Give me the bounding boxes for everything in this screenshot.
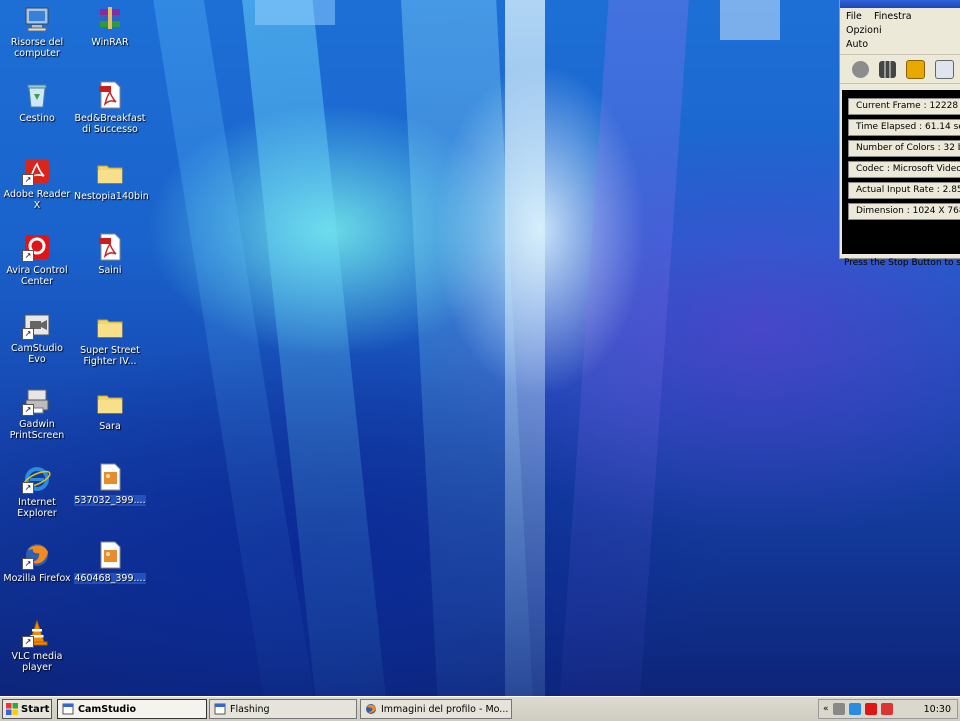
window-icon xyxy=(62,703,74,715)
desktop-icon-pdf-bedbreakfast[interactable]: Bed&Breakfast di Successo xyxy=(74,80,146,135)
desktop-icon-label: Nestopia140bin xyxy=(74,191,149,202)
desktop-icon-label: Cestino xyxy=(19,113,55,124)
desktop-icon-folder-sara[interactable]: Sara xyxy=(74,388,146,432)
camstudio-info-panel: Current Frame : 12228 Time Elapsed : 61.… xyxy=(842,90,960,254)
firefox-icon xyxy=(366,704,376,714)
clock: 10:30 xyxy=(923,703,951,715)
wallpaper-beam xyxy=(556,0,690,696)
window-icon xyxy=(214,703,226,715)
desktop-icon-label: Risorse del computer xyxy=(10,37,64,59)
desktop-icon-pdf-saini[interactable]: Saini xyxy=(74,232,146,276)
region-button[interactable] xyxy=(935,59,954,79)
desktop-icon-avira[interactable]: ↗ Avira Control Center xyxy=(1,232,73,287)
info-time-elapsed: Time Elapsed : 61.14 se xyxy=(848,119,960,136)
desktop-icon-label: Internet Explorer xyxy=(17,497,57,519)
camstudio-toolbar xyxy=(840,54,960,84)
pdf-file-icon xyxy=(95,80,125,110)
desktop-icon-label: Adobe Reader X xyxy=(3,189,71,211)
winrar-icon xyxy=(95,4,125,34)
desktop-icon-vlc[interactable]: ↗ VLC media player xyxy=(1,618,73,673)
menu-auto[interactable]: Auto xyxy=(846,39,868,50)
info-input-rate: Actual Input Rate : 2.85 xyxy=(848,182,960,199)
desktop-icon-label: Bed&Breakfast di Successo xyxy=(74,113,146,135)
desktop-icon-label: Saini xyxy=(98,265,122,276)
folder-icon xyxy=(95,388,125,418)
tray-expand-icon[interactable]: « xyxy=(823,704,829,714)
menu-finestra[interactable]: Finestra xyxy=(874,11,912,22)
record-button[interactable] xyxy=(852,60,869,78)
folder-icon xyxy=(95,158,125,188)
camstudio-menubar: File Finestra Opzioni Auto xyxy=(840,8,960,54)
pause-button[interactable] xyxy=(879,60,896,78)
firefox-icon: ↗ xyxy=(22,540,52,570)
computer-icon xyxy=(22,4,52,34)
desktop-icon-my-computer[interactable]: Risorse del computer xyxy=(1,4,73,59)
taskbar-item-label: Immagini del profilo - Mo... xyxy=(381,703,509,715)
desktop-icon-folder-nestopia[interactable]: Nestopia140bin xyxy=(74,158,149,202)
start-button[interactable]: Start xyxy=(2,699,52,719)
wallpaper-beam xyxy=(505,0,545,696)
desktop: Risorse del computer Cestino ↗ Adobe Rea… xyxy=(0,0,960,696)
camstudio-tray-icon[interactable] xyxy=(880,703,893,715)
taskbar-item-firefox[interactable]: Immagini del profilo - Mo... xyxy=(360,699,512,719)
info-current-frame: Current Frame : 12228 xyxy=(848,98,960,115)
image-file-icon xyxy=(95,462,125,492)
windows-logo-icon xyxy=(6,703,18,715)
desktop-icon-label: 460468_399.... xyxy=(74,573,146,584)
pdf-file-icon xyxy=(95,232,125,262)
desktop-icon-label: Sara xyxy=(99,421,121,432)
taskbar-item-camstudio[interactable]: CamStudio xyxy=(57,699,207,719)
desktop-icon-label: Mozilla Firefox xyxy=(3,573,71,584)
desktop-icon-camstudio[interactable]: ↗ CamStudio Evo xyxy=(1,310,73,365)
internet-explorer-icon: ↗ xyxy=(22,464,52,494)
info-number-of-colors: Number of Colors : 32 b xyxy=(848,140,960,157)
taskbar-item-label: Flashing xyxy=(230,703,270,715)
desktop-icon-image-537032[interactable]: 537032_399.... xyxy=(74,462,146,506)
desktop-icon-label: Gadwin PrintScreen xyxy=(9,419,65,441)
desktop-icon-label: CamStudio Evo xyxy=(11,343,63,365)
menu-opzioni[interactable]: Opzioni xyxy=(846,25,882,36)
desktop-icon-image-460468[interactable]: 460468_399.... xyxy=(74,540,146,584)
desktop-icon-winrar[interactable]: WinRAR xyxy=(74,4,146,48)
info-codec: Codec : Microsoft Video xyxy=(848,161,960,178)
menu-file[interactable]: File xyxy=(846,11,862,22)
desktop-icon-internet-explorer[interactable]: ↗ Internet Explorer xyxy=(1,464,73,519)
camstudio-status-bar: Press the Stop Button to s xyxy=(844,258,960,268)
start-label: Start xyxy=(21,703,50,715)
wallpaper-beam xyxy=(255,0,335,25)
desktop-icon-label: VLC media player xyxy=(11,651,63,673)
adobe-reader-icon: ↗ xyxy=(22,156,52,186)
avira-tray-icon[interactable] xyxy=(864,703,877,715)
info-dimension: Dimension : 1024 X 768 xyxy=(848,203,960,220)
taskbar-item-label: CamStudio xyxy=(78,703,137,715)
camstudio-window[interactable]: File Finestra Opzioni Auto Current Frame… xyxy=(839,0,960,268)
image-file-icon xyxy=(95,540,125,570)
wallpaper-beam xyxy=(720,0,780,40)
desktop-icon-label: 537032_399.... xyxy=(74,495,146,506)
desktop-icon-recycle-bin[interactable]: Cestino xyxy=(1,80,73,124)
taskbar: Start CamStudio Flashing Immagini del pr… xyxy=(0,696,960,721)
recycle-bin-icon xyxy=(22,80,52,110)
system-tray: « 10:30 xyxy=(818,699,958,719)
camstudio-titlebar[interactable] xyxy=(840,0,960,8)
camstudio-icon: ↗ xyxy=(22,310,52,340)
printscreen-icon: ↗ xyxy=(22,386,52,416)
desktop-icon-adobe-reader[interactable]: ↗ Adobe Reader X xyxy=(1,156,73,211)
desktop-icon-label: Super Street Fighter IV... xyxy=(80,345,140,367)
avira-icon: ↗ xyxy=(22,232,52,262)
network-icon[interactable] xyxy=(832,703,845,715)
taskbar-item-flashing[interactable]: Flashing xyxy=(209,699,357,719)
shield-icon[interactable] xyxy=(848,703,861,715)
folder-icon xyxy=(95,312,125,342)
desktop-icon-gadwin[interactable]: ↗ Gadwin PrintScreen xyxy=(1,386,73,441)
desktop-icon-folder-street-fighter[interactable]: Super Street Fighter IV... xyxy=(74,312,146,367)
desktop-icon-label: Avira Control Center xyxy=(6,265,68,287)
vlc-cone-icon: ↗ xyxy=(22,618,52,648)
stop-button[interactable] xyxy=(906,59,925,79)
desktop-icon-label: WinRAR xyxy=(91,37,129,48)
desktop-icon-firefox[interactable]: ↗ Mozilla Firefox xyxy=(1,540,73,584)
